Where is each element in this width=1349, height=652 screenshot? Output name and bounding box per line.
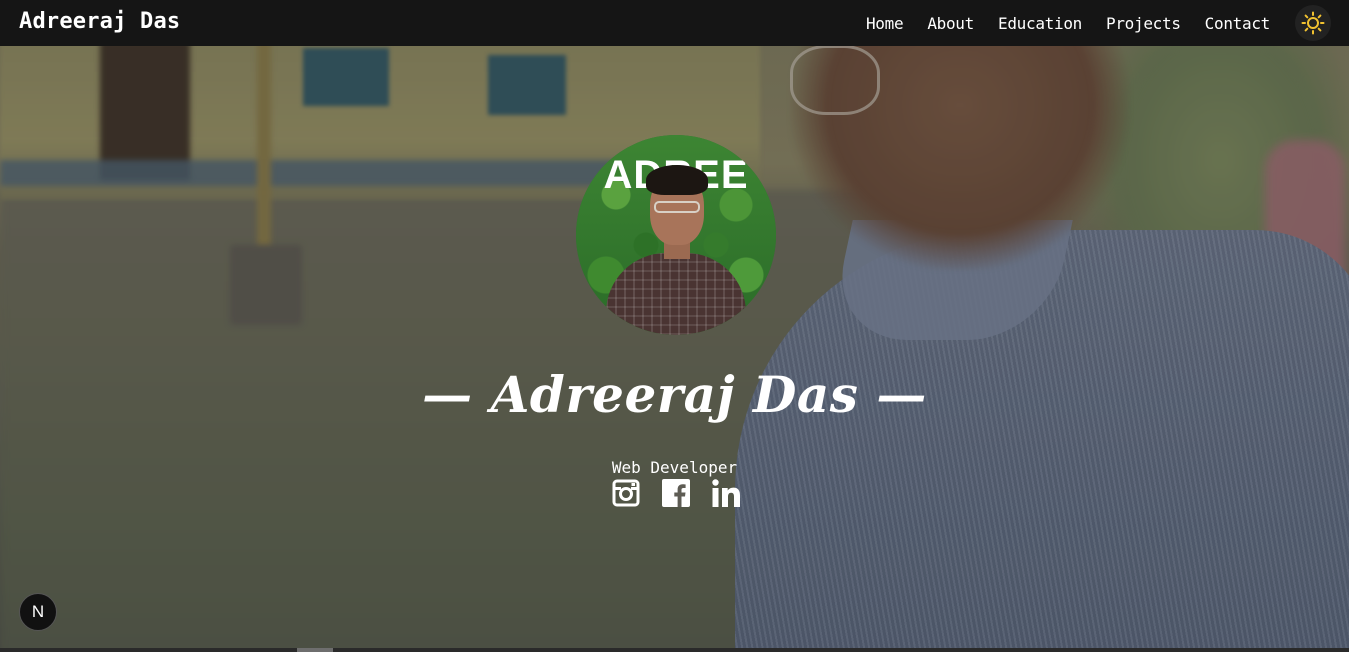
n-floating-badge[interactable]: N — [19, 593, 57, 631]
nav-links: Home About Education Projects Contact — [866, 0, 1270, 46]
social-links — [612, 479, 742, 507]
bottom-scroll-thumb[interactable] — [297, 648, 333, 652]
instagram-icon — [612, 479, 640, 507]
top-navbar: Adreeraj Das Home About Education Projec… — [0, 0, 1349, 46]
nav-link-contact[interactable]: Contact — [1205, 14, 1271, 33]
sun-icon — [1301, 11, 1325, 35]
brand-logo-text[interactable]: Adreeraj Das — [19, 9, 180, 34]
hero-name-heading: — Adreeraj Das — — [422, 365, 927, 424]
linkedin-link[interactable] — [712, 479, 740, 507]
nav-link-projects[interactable]: Projects — [1106, 14, 1181, 33]
profile-avatar: ADREE — [576, 135, 776, 335]
nav-link-home[interactable]: Home — [866, 14, 904, 33]
nav-link-about[interactable]: About — [927, 14, 974, 33]
bottom-scroll-strip — [0, 648, 1349, 652]
n-badge-label: N — [31, 602, 45, 621]
linkedin-icon — [712, 479, 740, 507]
facebook-link[interactable] — [662, 479, 690, 507]
hero-role-text: Web Developer — [611, 458, 738, 477]
avatar-hair — [646, 165, 708, 195]
theme-toggle-button[interactable] — [1295, 5, 1331, 41]
nav-link-education[interactable]: Education — [998, 14, 1082, 33]
avatar-glasses — [654, 201, 700, 213]
facebook-icon — [662, 479, 690, 507]
instagram-link[interactable] — [612, 479, 640, 507]
